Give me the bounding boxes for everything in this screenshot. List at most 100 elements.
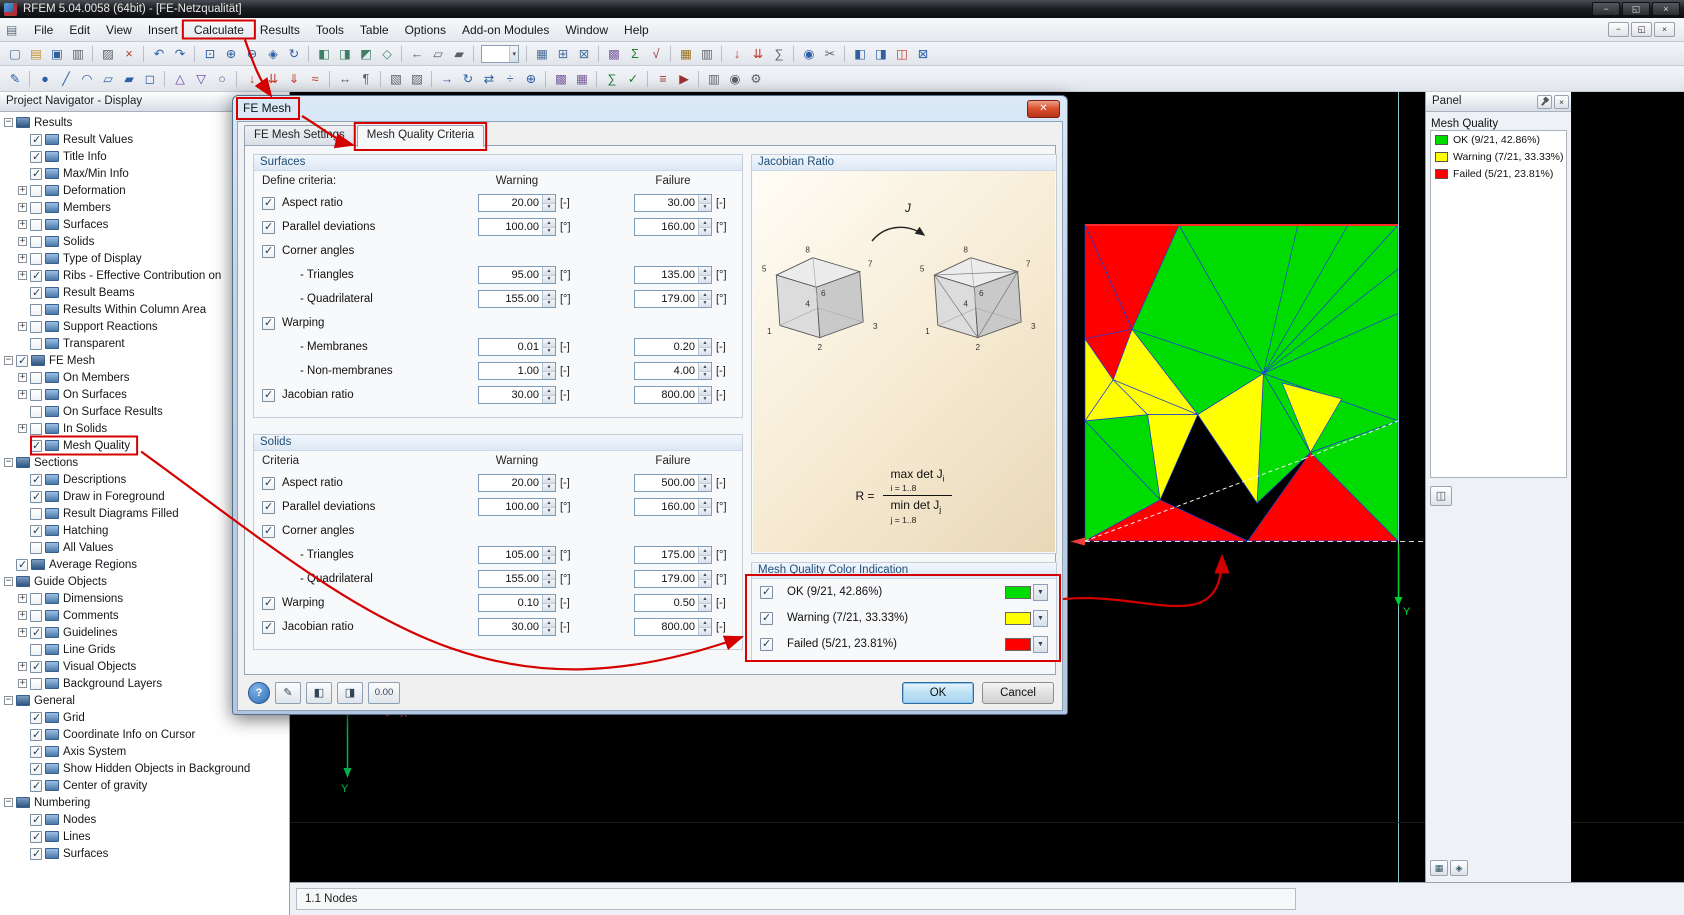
tree-checkbox-on-members[interactable] [30,371,42,384]
tree-item-lines[interactable]: Lines [0,828,289,845]
mdi-close-button[interactable]: × [1654,22,1675,37]
surfaces-jacobian-ratio-warning-up-icon[interactable]: ▲ [543,387,555,396]
tree-item-nodes[interactable]: Nodes [0,811,289,828]
report-button[interactable]: ▥ [704,69,724,89]
tree-checkbox-title-info[interactable] [30,150,42,163]
tree-checkbox-max-min-info[interactable] [30,167,42,180]
solids-jacobian-ratio-checkbox[interactable] [262,620,275,634]
help-button[interactable]: ? [248,682,270,704]
select-all-button[interactable]: ▧ [386,69,406,89]
tree-item-axis-system[interactable]: Axis System [0,743,289,760]
surfaces-triangles-warning-up-icon[interactable]: ▲ [543,267,555,276]
tree-expander-general[interactable]: − [4,696,13,705]
surfaces-aspect-ratio-warning-down-icon[interactable]: ▼ [543,203,555,211]
solids-quadrilateral-failure-up-icon[interactable]: ▲ [699,571,711,580]
surfaces-aspect-ratio-failure[interactable]: 30.00 ▲ ▼ [634,194,712,212]
menu-item-file[interactable]: File [26,23,61,37]
show-grid-button[interactable]: ▦ [532,44,552,64]
solids-jacobian-ratio-failure-value[interactable]: 800.00 [635,619,698,635]
load-cases-button[interactable]: ⇊ [748,44,768,64]
calculate-all-button[interactable]: Σ [625,44,645,64]
divide-button[interactable]: ÷ [500,69,520,89]
surfaces-quadrilateral-failure-value[interactable]: 179.00 [635,291,698,307]
surfaces-triangles-failure-down-icon[interactable]: ▼ [699,275,711,283]
surfaces-non-membranes-failure-value[interactable]: 4.00 [635,363,698,379]
surfaces-non-membranes-failure-up-icon[interactable]: ▲ [699,363,711,372]
tree-expander-background-layers[interactable]: + [18,679,27,688]
toggle-panel-button[interactable]: ◫ [892,44,912,64]
solids-quadrilateral-warning-down-icon[interactable]: ▼ [543,579,555,587]
menu-item-table[interactable]: Table [352,23,397,37]
node-button[interactable]: ● [35,69,55,89]
tree-checkbox-background-layers[interactable] [30,677,42,690]
solids-parallel-deviations-failure[interactable]: 160.00 ▲ ▼ [634,498,712,516]
tree-item-center-of-gravity[interactable]: Center of gravity [0,777,289,794]
surfaces-triangles-warning-value[interactable]: 95.00 [479,267,542,283]
solids-triangles-failure-value[interactable]: 175.00 [635,547,698,563]
solids-triangles-failure-down-icon[interactable]: ▼ [699,555,711,563]
tree-checkbox-hatching[interactable] [30,524,42,537]
surfaces-jacobian-ratio-warning-value[interactable]: 30.00 [479,387,542,403]
tree-checkbox-lines[interactable] [30,830,42,843]
surfaces-aspect-ratio-warning[interactable]: 20.00 ▲ ▼ [478,194,556,212]
tree-checkbox-fe-mesh[interactable] [16,354,28,367]
menu-item-calculate[interactable]: Calculate [186,23,252,37]
surfaces-triangles-warning[interactable]: 95.00 ▲ ▼ [478,266,556,284]
solids-warping-failure-down-icon[interactable]: ▼ [699,603,711,611]
solids-triangles-failure[interactable]: 175.00 ▲ ▼ [634,546,712,564]
tree-checkbox-coordinate-info-on-cursor[interactable] [30,728,42,741]
tree-checkbox-all-values[interactable] [30,541,42,554]
menu-item-options[interactable]: Options [397,23,454,37]
surfaces-membranes-warning-value[interactable]: 0.01 [479,339,542,355]
tree-checkbox-surfaces[interactable] [30,847,42,860]
warning-7-21-33-33-color-swatch[interactable] [1005,611,1031,625]
solids-quadrilateral-failure-down-icon[interactable]: ▼ [699,579,711,587]
tree-item-numbering[interactable]: − Numbering [0,794,289,811]
tree-expander-sections[interactable]: − [4,458,13,467]
menu-item-add-on-modules[interactable]: Add-on Modules [454,23,557,37]
tree-expander-results[interactable]: − [4,118,13,127]
section-cut-button[interactable]: ✂ [820,44,840,64]
solids-jacobian-ratio-warning-value[interactable]: 30.00 [479,619,542,635]
print-button[interactable]: ▥ [68,44,88,64]
solids-jacobian-ratio-failure-up-icon[interactable]: ▲ [699,619,711,628]
tree-checkbox-result-beams[interactable] [30,286,42,299]
solids-warping-failure-up-icon[interactable]: ▲ [699,595,711,604]
tree-checkbox-on-surfaces[interactable] [30,388,42,401]
tree-checkbox-support-reactions[interactable] [30,320,42,333]
surfaces-membranes-failure-down-icon[interactable]: ▼ [699,347,711,355]
surfaces-parallel-deviations-checkbox[interactable] [262,220,275,234]
solids-triangles-warning-up-icon[interactable]: ▲ [543,547,555,556]
settings-button[interactable]: ⚙ [746,69,766,89]
surfaces-membranes-failure-value[interactable]: 0.20 [635,339,698,355]
tree-checkbox-average-regions[interactable] [16,558,28,571]
tree-expander-ribs-effective-contribution-on[interactable]: + [18,271,27,280]
pin-icon[interactable] [1537,94,1552,109]
surfaces-parallel-deviations-failure-up-icon[interactable]: ▲ [699,219,711,228]
rotate-view-button[interactable]: ↻ [284,44,304,64]
ok-9-21-42-86-color-swatch[interactable] [1005,585,1031,599]
solids-jacobian-ratio-warning-down-icon[interactable]: ▼ [543,627,555,635]
tree-checkbox-comments[interactable] [30,609,42,622]
surfaces-jacobian-ratio-failure-up-icon[interactable]: ▲ [699,387,711,396]
tree-checkbox-grid[interactable] [30,711,42,724]
tree-checkbox-descriptions[interactable] [30,473,42,486]
tree-expander-comments[interactable]: + [18,611,27,620]
check-model-button[interactable]: ✓ [623,69,643,89]
nodal-support-button[interactable]: △ [170,69,190,89]
tree-checkbox-dimensions[interactable] [30,592,42,605]
surfaces-membranes-failure-up-icon[interactable]: ▲ [699,339,711,348]
solids-aspect-ratio-warning[interactable]: 20.00 ▲ ▼ [478,474,556,492]
surfaces-quadrilateral-warning-value[interactable]: 155.00 [479,291,542,307]
toggle-tables-button[interactable]: ◨ [871,44,891,64]
tree-checkbox-on-surface-results[interactable] [30,405,42,418]
solids-aspect-ratio-warning-up-icon[interactable]: ▲ [543,475,555,484]
mesh-settings-button[interactable]: ▩ [551,69,571,89]
tables-button[interactable]: ▦ [676,44,696,64]
tree-expander-type-of-display[interactable]: + [18,254,27,263]
failed-5-21-23-81-color-swatch[interactable] [1005,637,1031,651]
open-project-button[interactable]: ▤ [26,44,46,64]
solids-parallel-deviations-checkbox[interactable] [262,500,275,514]
panel-tab-factors[interactable]: ◈ [1450,860,1468,876]
surfaces-corner-angles-checkbox[interactable] [262,244,275,258]
